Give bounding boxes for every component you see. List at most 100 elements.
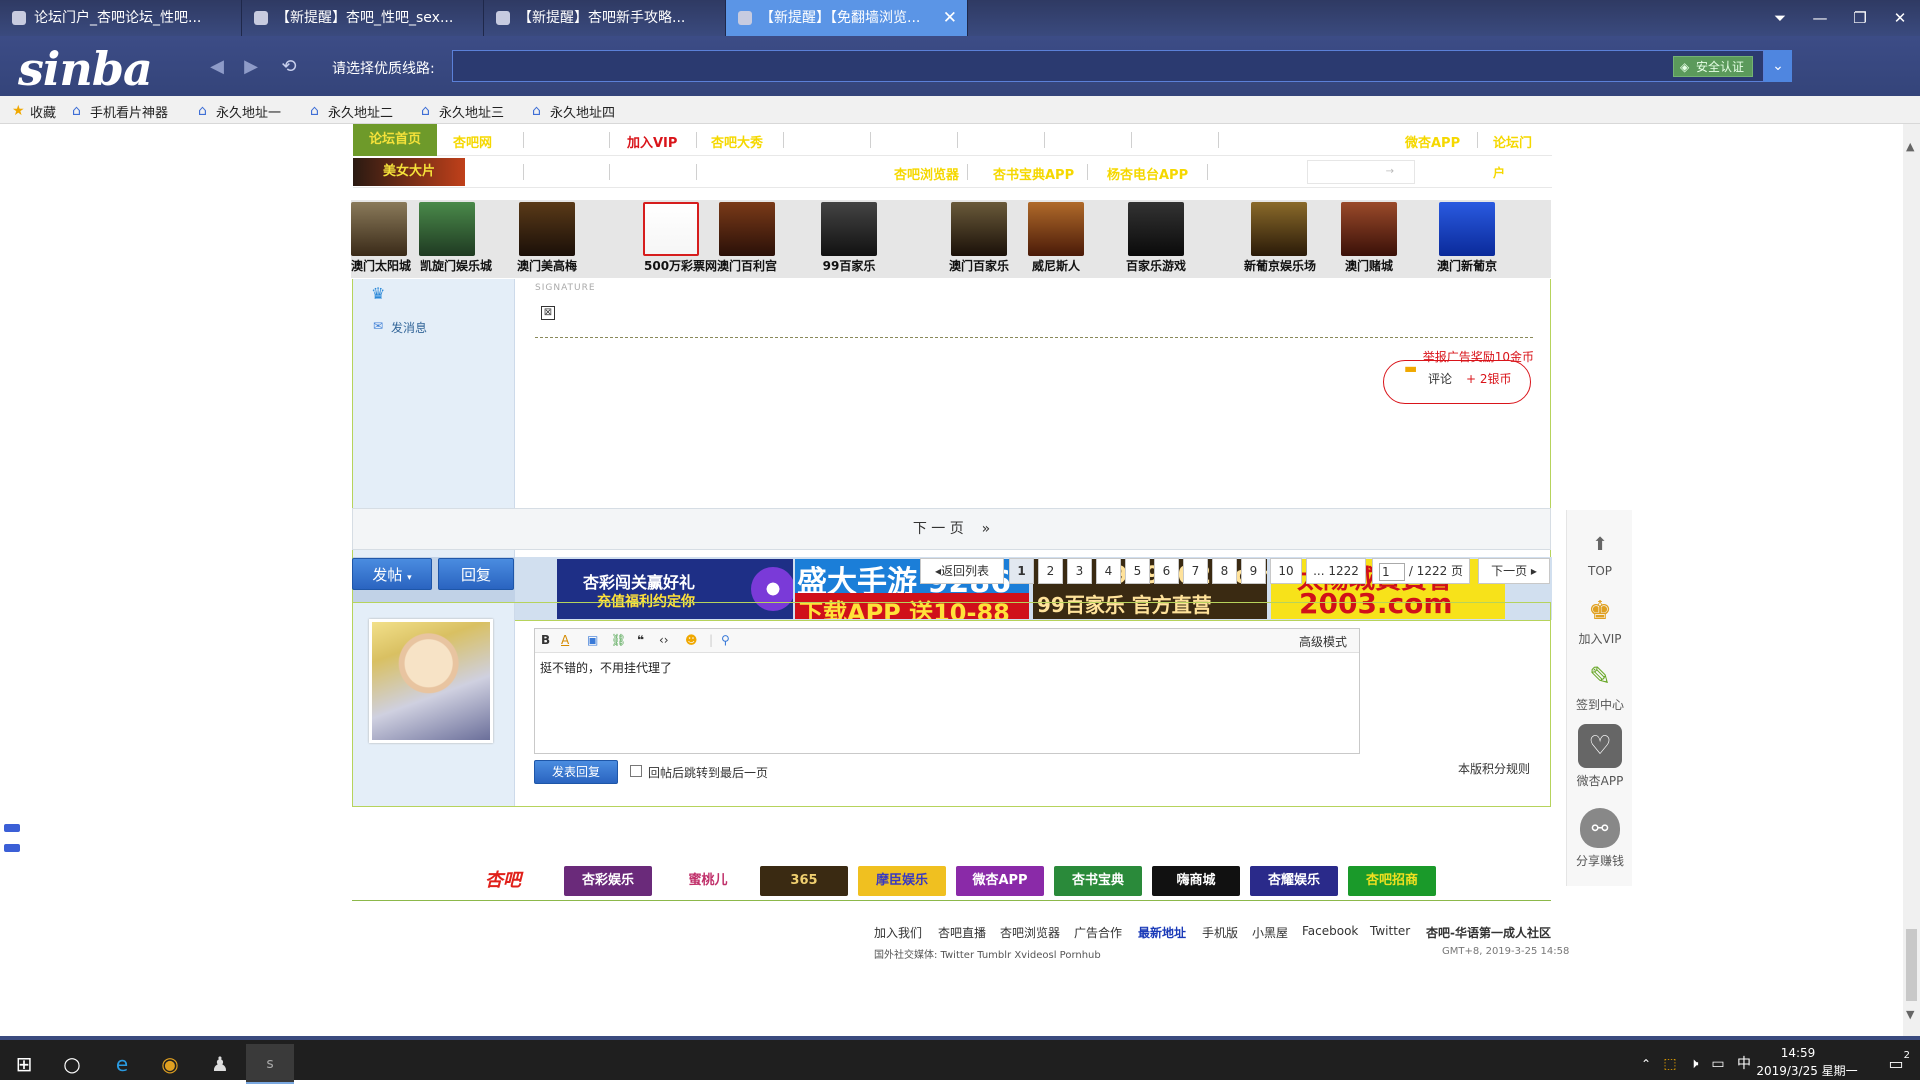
ad-label[interactable]: 500万彩票网 [644, 257, 717, 274]
nav-xingba-browser[interactable]: 杏吧浏览器 [894, 164, 959, 183]
footer-link[interactable]: 手机版 [1202, 924, 1238, 941]
advanced-mode-link[interactable]: 高级模式 [1299, 633, 1347, 650]
page-3[interactable]: 3 [1067, 558, 1092, 584]
footer-link-latest[interactable]: 最新地址 [1138, 924, 1186, 941]
back-to-top-button[interactable]: ⬆ TOP [1567, 530, 1633, 578]
forward-icon[interactable]: ▶ [240, 56, 262, 78]
ad-label[interactable]: 威尼斯人 [1020, 257, 1092, 274]
partner-logo[interactable]: 摩臣娱乐 [858, 866, 946, 896]
reply-button[interactable]: 回复 [438, 558, 514, 590]
join-vip-button[interactable]: ♚ 加入VIP [1567, 596, 1633, 647]
partner-logo[interactable]: 嗨商城 [1152, 866, 1240, 896]
ad-label[interactable]: 凯旋门娱乐城 [411, 257, 501, 274]
ad-tag-icon[interactable] [4, 824, 20, 832]
clock-time[interactable]: 14:59 [1758, 1046, 1838, 1060]
nav-forum-home[interactable]: 论坛首页 [353, 124, 437, 156]
points-rules-link[interactable]: 本版积分规则 [1458, 760, 1530, 777]
partner-logo[interactable]: 365 [760, 866, 848, 896]
nav-forum-portal[interactable]: 论坛门 [1493, 132, 1532, 151]
footer-link[interactable]: Facebook [1302, 924, 1358, 938]
partner-logo[interactable]: 蜜桃儿 [664, 866, 752, 896]
nav-account[interactable]: 户 [1493, 164, 1505, 181]
wechat-app-button[interactable]: ♡ 微杏APP [1567, 724, 1633, 789]
nav-join-vip[interactable]: 加入VIP [627, 132, 677, 151]
bookmark-item[interactable]: ⌂ 永久地址三 [421, 102, 504, 121]
restore-icon[interactable]: ❐ [1840, 0, 1880, 36]
ad-label[interactable]: 澳门百利宫 [711, 257, 783, 274]
page-6[interactable]: 6 [1154, 558, 1179, 584]
tray-app-icon[interactable]: ⬚ [1658, 1044, 1682, 1084]
jump-to-last-checkbox[interactable] [630, 765, 642, 777]
ad-label[interactable]: 澳门百家乐 [943, 257, 1015, 274]
tab-3[interactable]: 【新提醒】杏吧新手攻略... [484, 0, 726, 36]
tab-4-active[interactable]: 【新提醒】【免翻墙浏览... ✕ [726, 0, 968, 36]
page-last[interactable]: ... 1222 [1306, 558, 1366, 584]
back-to-list-button[interactable]: ◂返回列表 [920, 558, 1004, 584]
partner-logo[interactable]: 杏彩娱乐 [564, 866, 652, 896]
comment-button[interactable]: ▬ 评论 + 2银币 [1383, 360, 1531, 404]
partner-logo[interactable]: 微杏APP [956, 866, 1044, 896]
bold-icon[interactable]: B [541, 633, 550, 647]
ad-item[interactable] [1341, 202, 1397, 256]
scroll-up-icon[interactable]: ▲ [1906, 140, 1914, 153]
ad-label[interactable]: 澳门美高梅 [516, 257, 578, 274]
ad-item[interactable] [951, 202, 1007, 256]
address-input[interactable]: 安全认证 [452, 50, 1764, 82]
ad-item[interactable] [1251, 202, 1307, 256]
new-post-button[interactable]: 发帖 ▾ [352, 558, 432, 590]
page-1[interactable]: 1 [1009, 558, 1034, 584]
partner-logo[interactable]: 杏书宝典 [1054, 866, 1142, 896]
page-5[interactable]: 5 [1125, 558, 1150, 584]
ad-item[interactable] [719, 202, 775, 256]
ad-item[interactable] [1439, 202, 1495, 256]
font-color-icon[interactable]: A [561, 633, 569, 647]
ie-browser-icon[interactable]: e [98, 1044, 146, 1084]
ad-item[interactable] [1028, 202, 1084, 256]
ad-tag-icon[interactable] [4, 844, 20, 852]
share-earn-button[interactable]: ⚯ 分享赚钱 [1567, 808, 1633, 869]
chevron-down-icon[interactable]: ⌄ [1764, 50, 1792, 82]
link-icon[interactable]: ⛓ [611, 633, 626, 647]
bookmark-item[interactable]: ⌂ 永久地址一 [198, 102, 281, 121]
clock-date[interactable]: 2019/3/25 星期一 [1752, 1062, 1862, 1079]
tab-list-icon[interactable]: ⏷ [1760, 0, 1800, 36]
code-icon[interactable]: ‹› [659, 633, 669, 647]
ad-label[interactable]: 澳门太阳城 [351, 257, 411, 274]
smiley-icon[interactable]: ☻ [685, 633, 698, 647]
partner-logo[interactable]: 杏吧 [468, 866, 538, 896]
footer-link[interactable]: 小黑屋 [1252, 924, 1288, 941]
tray-expand-icon[interactable]: ⌃ [1636, 1044, 1656, 1084]
close-tab-icon[interactable]: ✕ [943, 0, 957, 36]
ad-label[interactable]: 新葡京娱乐场 [1243, 257, 1317, 274]
search-icon[interactable]: ○ [48, 1044, 96, 1084]
nav-search-input[interactable]: → [1307, 160, 1415, 184]
nav-beauty-videos[interactable]: 美女大片 [353, 158, 465, 186]
qq-icon[interactable]: ♟ [196, 1044, 244, 1084]
bookmark-favorites[interactable]: ★ 收藏 [12, 102, 56, 121]
partner-logo[interactable]: 杏耀娱乐 [1250, 866, 1338, 896]
ad-item[interactable] [351, 202, 407, 256]
ad-label[interactable]: 百家乐游戏 [1120, 257, 1192, 274]
ad-label[interactable]: 澳门新葡京 [1431, 257, 1503, 274]
ad-label[interactable]: 澳门赌城 [1333, 257, 1405, 274]
page-2[interactable]: 2 [1038, 558, 1063, 584]
ad-item[interactable] [643, 202, 699, 256]
notification-center-icon[interactable]: ▭ 2 [1872, 1044, 1920, 1084]
bookmark-item[interactable]: ⌂ 手机看片神器 [72, 102, 168, 121]
refresh-icon[interactable]: ⟲ [278, 56, 300, 78]
ad-item[interactable] [1128, 202, 1184, 256]
footer-link[interactable]: 加入我们 [874, 924, 922, 941]
footer-link-site[interactable]: 杏吧-华语第一成人社区 [1426, 924, 1551, 941]
send-message-link[interactable]: ✉ 发消息 [373, 319, 427, 336]
ad-item[interactable] [821, 202, 877, 256]
footer-link[interactable]: 杏吧直播 [938, 924, 986, 941]
chrome-icon[interactable]: ◉ [146, 1044, 194, 1084]
page-10[interactable]: 10 [1270, 558, 1302, 584]
nav-xingshu-app[interactable]: 杏书宝典APP [993, 164, 1074, 183]
ad-item[interactable] [419, 202, 475, 256]
page-4[interactable]: 4 [1096, 558, 1121, 584]
footer-link[interactable]: 广告合作 [1074, 924, 1122, 941]
footer-link[interactable]: 杏吧浏览器 [1000, 924, 1060, 941]
ad-label[interactable]: 99百家乐 [813, 257, 885, 274]
secure-badge[interactable]: 安全认证 [1672, 56, 1753, 78]
